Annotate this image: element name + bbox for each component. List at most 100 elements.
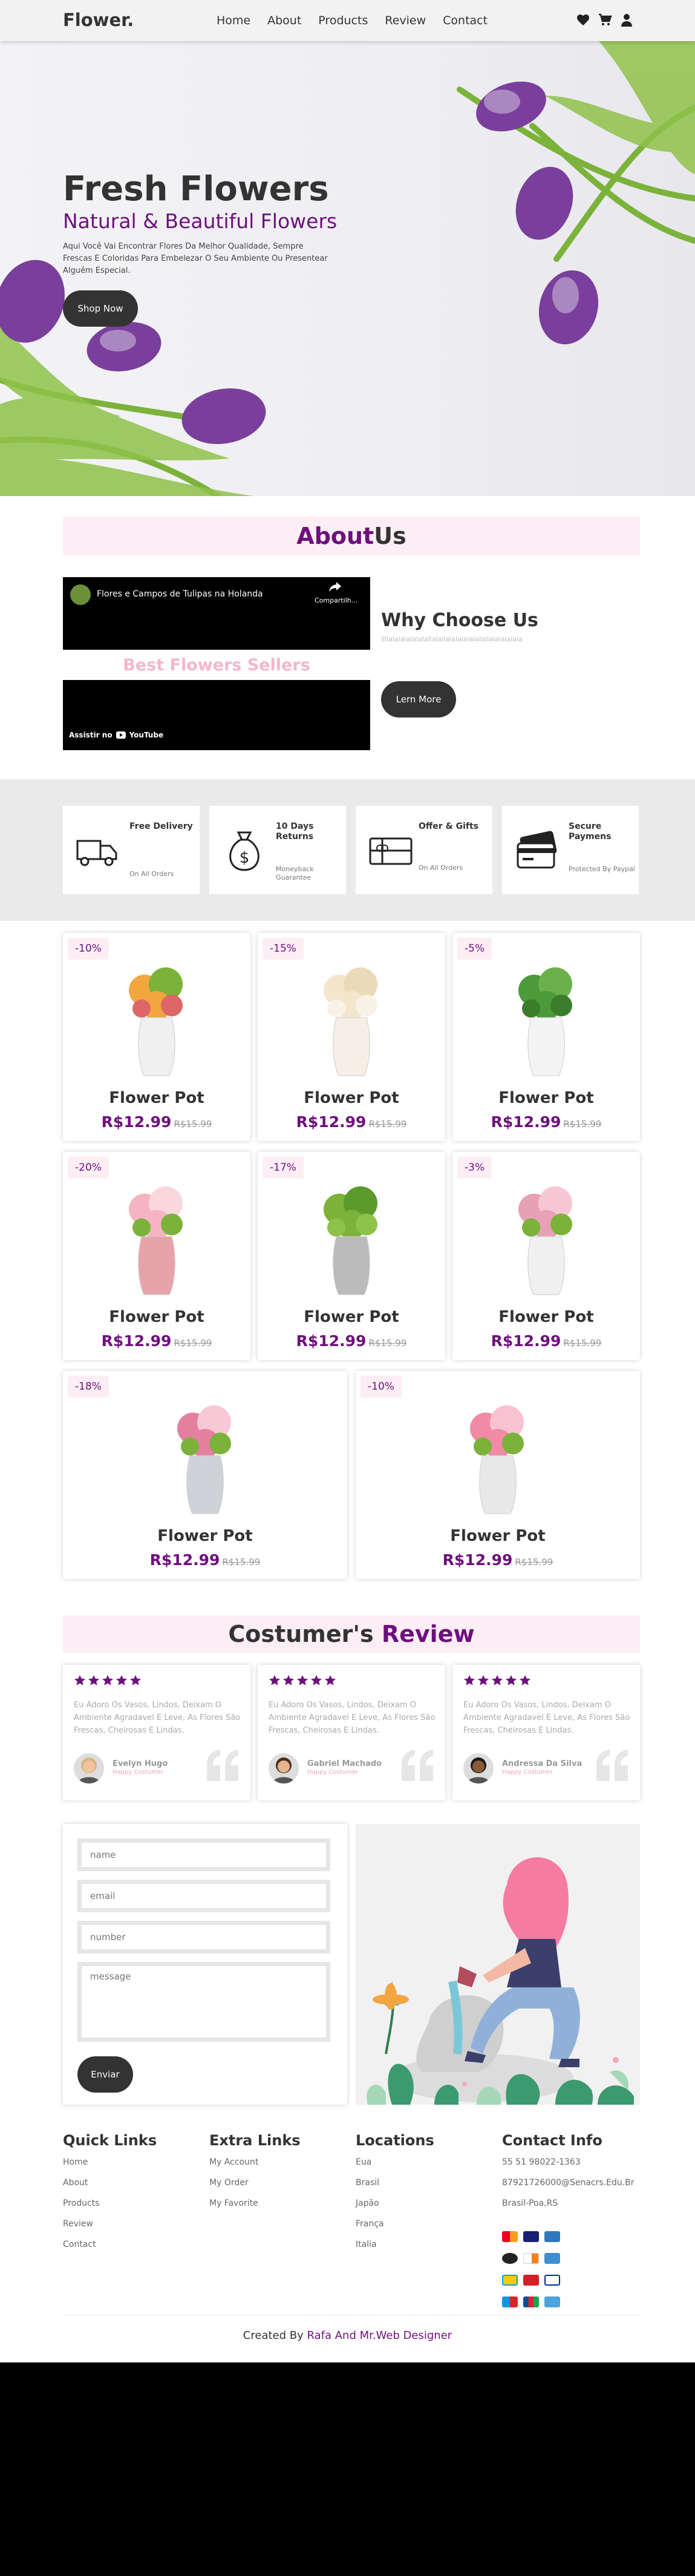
nav-link-about[interactable]: About [267, 14, 301, 27]
nav-link-home[interactable]: Home [217, 14, 250, 27]
footer-link-home[interactable]: Home [63, 2157, 157, 2178]
service-sub: Moneyback Guarantee [276, 865, 314, 881]
price-current: R$12.99 [491, 1113, 561, 1131]
product-card[interactable]: -10% Flower Pot R$12.99 R$15.99 [63, 933, 250, 1141]
reviewer-role: Happy Costumer [113, 1769, 164, 1776]
flower-pot-image [306, 1176, 397, 1297]
share-icon[interactable] [329, 582, 341, 592]
reviewer-name: Evelyn Hugo [113, 1759, 168, 1768]
truck-icon [74, 826, 122, 875]
discount-badge: -18% [68, 1376, 109, 1398]
price-old: R$15.99 [563, 1338, 602, 1348]
footer-heading: Contact Info [502, 2132, 602, 2149]
reviewer-name: Andressa Da Silva [502, 1759, 582, 1768]
product-name: Flower Pot [498, 1089, 594, 1107]
product-card[interactable]: -20% Flower Pot R$12.99 R$15.99 [63, 1152, 250, 1360]
footer-location[interactable]: Brasil [356, 2178, 434, 2198]
product-card[interactable]: -5% Flower Pot R$12.99 R$15.99 [452, 933, 640, 1141]
reviewer-role: Happy Costumer [502, 1769, 553, 1776]
review-title-part1: Costumer's [228, 1621, 374, 1647]
star-icon [519, 1675, 531, 1687]
product-card[interactable]: -15% Flower Pot R$12.99 R$15.99 [258, 933, 445, 1141]
discount-badge: -17% [263, 1157, 304, 1178]
name-input[interactable] [77, 1839, 330, 1871]
user-icon[interactable] [619, 13, 634, 27]
footer-link-favorite[interactable]: My Favorite [209, 2198, 301, 2219]
video-title: Flores e Campos de Tulipas na Holanda [97, 589, 263, 599]
product-card[interactable]: -18% Flower Pot R$12.99 R$15.99 [63, 1371, 347, 1579]
amex-icon [544, 2231, 561, 2242]
credit-authors[interactable]: Rafa And Mr.Web Designer [307, 2329, 452, 2342]
price-current: R$12.99 [296, 1332, 367, 1350]
footer-locations: Locations Eua Brasil Japão França Italia [356, 2132, 434, 2260]
video-player-top[interactable]: Flores e Campos de Tulipas na Holanda Co… [63, 577, 370, 650]
nav-link-products[interactable]: Products [318, 14, 368, 27]
product-name: Flower Pot [109, 1089, 204, 1107]
hero-title: Fresh Flowers [63, 169, 329, 209]
product-name: Flower Pot [157, 1527, 253, 1545]
footer-location[interactable]: Italia [356, 2240, 434, 2260]
quote-icon [399, 1750, 436, 1781]
footer-location[interactable]: Eua [356, 2157, 434, 2178]
product-name: Flower Pot [304, 1308, 399, 1326]
why-choose-text: llllalalalalalalallalallalalalalalalalla… [381, 635, 523, 643]
footer-location[interactable]: Japão [356, 2198, 434, 2219]
footer-link-about[interactable]: About [63, 2178, 157, 2198]
best-sellers-heading: Best Flowers Sellers [123, 656, 310, 675]
visa-icon [523, 2231, 540, 2242]
discount-badge: -10% [68, 938, 109, 959]
price-old: R$15.99 [174, 1338, 212, 1348]
footer-link-products[interactable]: Products [63, 2198, 157, 2219]
footer-link-account[interactable]: My Account [209, 2157, 301, 2178]
avatar [74, 1753, 104, 1783]
contact-form: Enviar [63, 1824, 347, 2105]
navbar: Flower. Home About Products Review Conta… [0, 0, 695, 41]
footer-heading: Quick Links [63, 2132, 157, 2149]
watch-on-youtube[interactable]: Assistir no YouTube [69, 731, 163, 739]
price-old: R$15.99 [368, 1338, 407, 1348]
heart-icon[interactable] [576, 13, 590, 27]
jcb-icon [523, 2296, 540, 2307]
footer-link-contact[interactable]: Contact [63, 2240, 157, 2260]
review-text: Eu Adoro Os Vasos, Lindos, Deixam O Ambi… [74, 1701, 241, 1735]
about-title: AboutUs [63, 517, 640, 555]
product-card[interactable]: -10% Flower Pot R$12.99 R$15.99 [356, 1371, 640, 1579]
price-old: R$15.99 [174, 1119, 212, 1129]
footer-link-review[interactable]: Review [63, 2219, 157, 2240]
nav-links: Home About Products Review Contact [217, 14, 488, 27]
shop-now-button[interactable]: Shop Now [63, 290, 138, 327]
email-input[interactable] [77, 1880, 330, 1912]
maestro-icon [502, 2296, 518, 2307]
watch-label: Assistir no [69, 731, 113, 739]
nav-link-contact[interactable]: Contact [443, 14, 488, 27]
discount-badge: -10% [361, 1376, 402, 1398]
cart-icon[interactable] [598, 13, 612, 27]
video-player-bottom[interactable]: Assistir no YouTube [63, 680, 370, 750]
product-card[interactable]: -3% Flower Pot R$12.99 R$15.99 [452, 1152, 640, 1360]
price-current: R$12.99 [149, 1551, 220, 1569]
footer-link-order[interactable]: My Order [209, 2178, 301, 2198]
channel-avatar [70, 584, 91, 605]
number-input[interactable] [77, 1921, 330, 1953]
learn-more-button[interactable]: Lern More [381, 681, 456, 718]
flower-pot-image [306, 957, 397, 1078]
svg-text:$: $ [240, 849, 250, 867]
service-sub: On All Orders [419, 864, 463, 872]
footer-email: 87921726000@Senacrs.Edu.Br [502, 2178, 635, 2188]
discount-badge: -5% [457, 938, 492, 959]
hipercard-icon [523, 2275, 540, 2286]
star-icon [102, 1675, 114, 1687]
send-button[interactable]: Enviar [77, 2056, 133, 2093]
discount-badge: -3% [457, 1157, 492, 1178]
message-textarea[interactable] [77, 1962, 330, 2042]
diners-icon [502, 2253, 518, 2264]
product-card[interactable]: -17% Flower Pot R$12.99 R$15.99 [258, 1152, 445, 1360]
service-returns: $ 10 Days Returns Moneyback Guarantee [209, 806, 346, 894]
rating-stars [269, 1675, 336, 1687]
footer-location[interactable]: França [356, 2219, 434, 2240]
logo[interactable]: Flower. [63, 10, 134, 30]
product-price: R$12.99 R$15.99 [258, 1332, 445, 1350]
nav-link-review[interactable]: Review [385, 14, 426, 27]
price-old: R$15.99 [368, 1119, 407, 1129]
mastercard-icon [502, 2231, 518, 2242]
